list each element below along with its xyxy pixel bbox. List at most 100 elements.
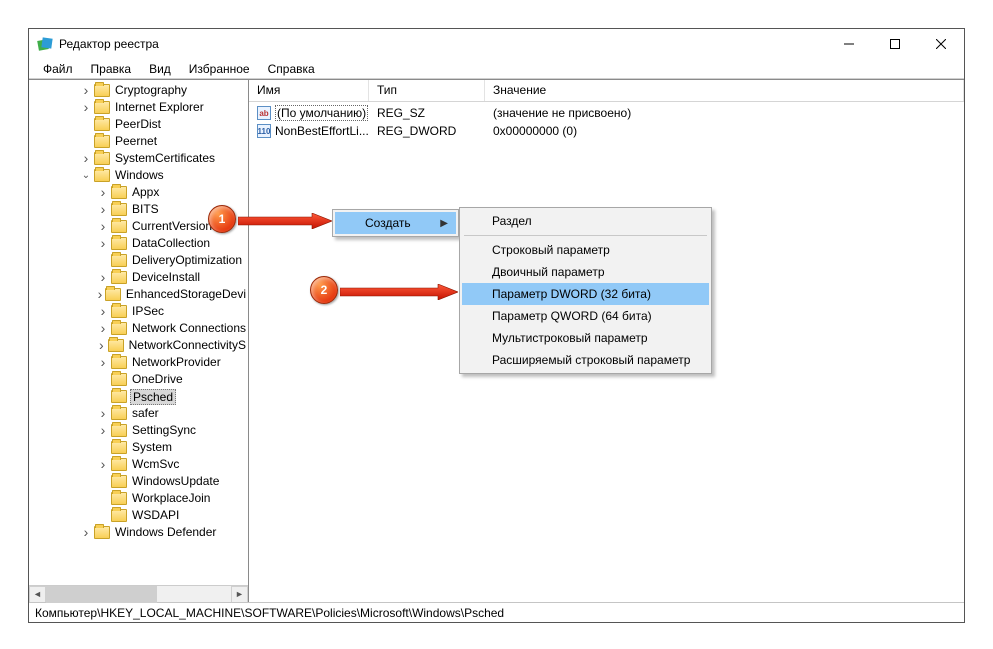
tree-item-label: Internet Explorer [113,99,206,116]
col-name[interactable]: Имя [249,80,369,101]
list-row[interactable]: 110NonBestEffortLi...REG_DWORD0x00000000… [249,122,964,140]
tree-item[interactable]: › Internet Explorer [29,99,248,116]
menu-edit[interactable]: Правка [83,60,140,78]
tree-item-label: EnhancedStorageDevi [124,286,248,303]
tree-item[interactable]: › DataCollection [29,235,248,252]
menu-file[interactable]: Файл [35,60,81,78]
menu-help[interactable]: Справка [260,60,323,78]
maximize-button[interactable] [872,29,918,59]
tree-item[interactable]: › Windows Defender [29,524,248,541]
tree-item[interactable]: Psched [29,388,248,405]
tree-item[interactable]: › SystemCertificates [29,150,248,167]
tree-item[interactable]: OneDrive [29,371,248,388]
tree-item[interactable]: › Network Connections [29,320,248,337]
tree-item-label: Network Connections [130,320,248,337]
folder-icon [111,441,127,454]
ctx-multi-label: Мультистроковый параметр [492,331,648,345]
minimize-button[interactable] [826,29,872,59]
expand-icon[interactable]: › [80,153,92,165]
expand-icon[interactable]: › [97,425,109,437]
scroll-right-button[interactable]: ► [231,586,248,603]
annotation-arrow-2 [340,284,458,300]
tree-item-label: safer [130,405,161,422]
tree-item-label: System [130,439,174,456]
tree-item[interactable]: › NetworkConnectivityS [29,337,248,354]
menu-view[interactable]: Вид [141,60,179,78]
ctx-dword[interactable]: Параметр DWORD (32 бита) [462,283,709,305]
tree-item[interactable]: › safer [29,405,248,422]
value-name: (По умолчанию) [275,105,368,121]
expand-icon[interactable]: › [97,221,109,233]
folder-icon [111,356,127,369]
tree-item-label: Windows Defender [113,524,218,541]
ctx-create-label: Создать [365,216,411,230]
expand-icon[interactable]: › [80,527,92,539]
value-data: (значение не присвоено) [485,106,964,120]
expand-icon[interactable]: › [97,272,109,284]
scroll-track[interactable] [46,586,231,603]
expand-icon[interactable]: › [97,357,109,369]
window-controls [826,29,964,59]
value-data: 0x00000000 (0) [485,124,964,138]
tree-item[interactable]: ›SettingSync [29,422,248,439]
menu-favorites[interactable]: Избранное [181,60,258,78]
context-menu-main: Создать ▶ [332,209,459,237]
tree-item-label: DataCollection [130,235,212,252]
scroll-left-button[interactable]: ◄ [29,586,46,603]
tree-item-label: NetworkConnectivityS [127,337,248,354]
expand-icon[interactable]: › [97,408,109,420]
tree-item-label: SystemCertificates [113,150,217,167]
tree-item[interactable]: DeliveryOptimization [29,252,248,269]
tree-item[interactable]: › Cryptography [29,82,248,99]
list-row[interactable]: ab(По умолчанию)REG_SZ(значение не присв… [249,104,964,122]
tree-item[interactable]: › WcmSvc [29,456,248,473]
col-type[interactable]: Тип [369,80,485,101]
h-scrollbar[interactable]: ◄ ► [29,585,248,602]
tree-item[interactable]: WorkplaceJoin [29,490,248,507]
expand-icon[interactable]: › [80,102,92,114]
expand-icon[interactable]: › [97,306,109,318]
expand-icon[interactable]: › [97,289,103,301]
expand-icon[interactable]: › [97,187,109,199]
folder-icon [111,237,127,250]
value-type: REG_DWORD [369,124,485,138]
folder-icon [111,509,127,522]
ctx-binary[interactable]: Двоичный параметр [462,261,709,283]
collapse-icon[interactable]: ⌄ [80,170,92,182]
scroll-thumb[interactable] [46,586,157,603]
tree-item-label: WcmSvc [130,456,181,473]
ctx-qword[interactable]: Параметр QWORD (64 бита) [462,305,709,327]
tree-item-label: Cryptography [113,82,189,99]
tree-item[interactable]: WSDAPI [29,507,248,524]
tree-item-label: Peernet [113,133,159,150]
titlebar[interactable]: Редактор реестра [29,29,964,59]
tree-item[interactable]: ›IPSec [29,303,248,320]
tree-item[interactable]: System [29,439,248,456]
col-value[interactable]: Значение [485,80,964,101]
tree-item-label: WSDAPI [130,507,181,524]
tree-item[interactable]: ›NetworkProvider [29,354,248,371]
tree-item[interactable]: › EnhancedStorageDevi [29,286,248,303]
folder-icon [111,407,127,420]
ctx-string[interactable]: Строковый параметр [462,239,709,261]
expand-icon[interactable]: › [97,238,109,250]
expand-icon[interactable]: › [97,204,109,216]
expand-icon[interactable]: › [97,323,109,335]
expand-icon[interactable]: › [97,459,109,471]
tree-item[interactable]: Peernet [29,133,248,150]
ctx-create[interactable]: Создать ▶ [335,212,456,234]
expand-icon[interactable]: › [80,85,92,97]
tree-item[interactable]: ›DeviceInstall [29,269,248,286]
ctx-expand[interactable]: Расширяемый строковый параметр [462,349,709,371]
ctx-string-label: Строковый параметр [492,243,610,257]
tree-item[interactable]: WindowsUpdate [29,473,248,490]
expand-icon[interactable]: › [97,340,106,352]
ctx-multi[interactable]: Мультистроковый параметр [462,327,709,349]
tree-view[interactable]: ›Cryptography›Internet ExplorerPeerDistP… [29,80,248,585]
ctx-key[interactable]: Раздел [462,210,709,232]
close-button[interactable] [918,29,964,59]
tree-item[interactable]: PeerDist [29,116,248,133]
tree-item[interactable]: ›Appx [29,184,248,201]
list-header: Имя Тип Значение [249,80,964,102]
tree-item[interactable]: ⌄Windows [29,167,248,184]
